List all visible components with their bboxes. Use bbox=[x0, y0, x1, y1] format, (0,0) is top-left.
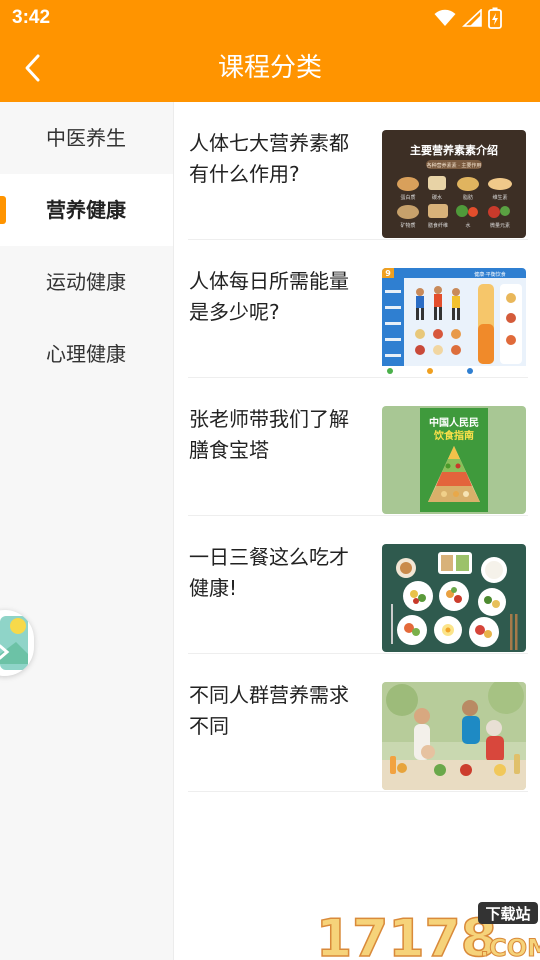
thumb-label: 蛋白质 bbox=[400, 194, 415, 201]
thumb-label: 矿物质 bbox=[400, 222, 415, 229]
active-indicator bbox=[0, 196, 6, 224]
course-thumbnail bbox=[382, 544, 526, 652]
status-bar: 3:42 bbox=[0, 0, 540, 36]
course-title: 人体每日所需能量是多少呢? bbox=[189, 269, 349, 324]
sidebar-item-tcm[interactable]: 中医养生 bbox=[0, 102, 173, 174]
thumb-label: 微量元素 bbox=[490, 222, 510, 229]
course-title: 张老师带我们了解膳食宝塔 bbox=[189, 407, 349, 462]
thumb-label: 碳水 bbox=[432, 194, 442, 201]
thumb-heading: 中国人民民 bbox=[429, 416, 479, 429]
sidebar-item-nutrition[interactable]: 营养健康 bbox=[0, 174, 173, 246]
course-item[interactable]: 一日三餐这么吃才健康! bbox=[188, 516, 528, 654]
course-title: 一日三餐这么吃才健康! bbox=[189, 545, 349, 600]
course-item[interactable]: 人体每日所需能量是多少呢? 9 健康·平衡饮食 bbox=[188, 240, 528, 378]
sidebar-item-exercise[interactable]: 运动健康 bbox=[0, 246, 173, 318]
site-watermark: 17178 下载站 .COM bbox=[315, 900, 540, 960]
thumb-heading: 饮食指南 bbox=[433, 429, 474, 442]
course-item[interactable]: 人体七大营养素都有什么作用? 主要营养素素介绍 各种营养素素 · 主要作用 蛋白… bbox=[188, 102, 528, 240]
status-icons bbox=[434, 7, 502, 29]
status-time: 3:42 bbox=[12, 7, 51, 28]
thumb-label: 脂肪 bbox=[463, 194, 473, 201]
thumb-subheading: 各种营养素素 · 主要作用 bbox=[427, 162, 482, 169]
course-item[interactable]: 张老师带我们了解膳食宝塔 中国人民民 饮食指南 bbox=[188, 378, 528, 516]
sidebar-item-label: 运动健康 bbox=[46, 270, 126, 294]
watermark-digits: 17178 bbox=[316, 909, 497, 960]
course-title: 不同人群营养需求不同 bbox=[189, 683, 349, 738]
course-thumbnail bbox=[382, 682, 526, 790]
thumb-label: 维生素 bbox=[492, 194, 507, 201]
signal-icon bbox=[462, 9, 482, 27]
course-thumbnail: 9 健康·平衡饮食 bbox=[382, 268, 526, 376]
course-thumbnail: 主要营养素素介绍 各种营养素素 · 主要作用 蛋白质 碳水 脂肪 维生素 矿物质… bbox=[382, 130, 526, 238]
wifi-icon bbox=[434, 9, 456, 26]
thumb-label: 水 bbox=[465, 222, 470, 229]
thumb-heading: 主要营养素素介绍 bbox=[410, 143, 498, 157]
course-list: 人体七大营养素都有什么作用? 主要营养素素介绍 各种营养素素 · 主要作用 蛋白… bbox=[188, 102, 528, 792]
category-sidebar: 中医养生 营养健康 运动健康 心理健康 bbox=[0, 102, 174, 960]
page-title: 课程分类 bbox=[217, 53, 322, 83]
thumb-badge: 9 bbox=[385, 269, 391, 278]
sidebar-item-label: 营养健康 bbox=[46, 198, 126, 222]
watermark-suffix: .COM bbox=[480, 934, 540, 960]
thumb-heading: 健康·平衡饮食 bbox=[474, 271, 506, 278]
course-thumbnail: 中国人民民 饮食指南 bbox=[382, 406, 526, 514]
course-title: 人体七大营养素都有什么作用? bbox=[189, 131, 349, 186]
thumb-label: 膳食纤维 bbox=[428, 222, 448, 229]
app-bar: 3:42 课程分类 bbox=[0, 0, 540, 102]
sidebar-item-label: 心理健康 bbox=[46, 342, 126, 366]
course-item[interactable]: 不同人群营养需求不同 bbox=[188, 654, 528, 792]
sidebar-item-label: 中医养生 bbox=[46, 126, 126, 150]
sidebar-item-mental[interactable]: 心理健康 bbox=[0, 318, 173, 390]
watermark-badge: 下载站 bbox=[485, 905, 530, 923]
battery-charging-icon bbox=[488, 7, 502, 29]
